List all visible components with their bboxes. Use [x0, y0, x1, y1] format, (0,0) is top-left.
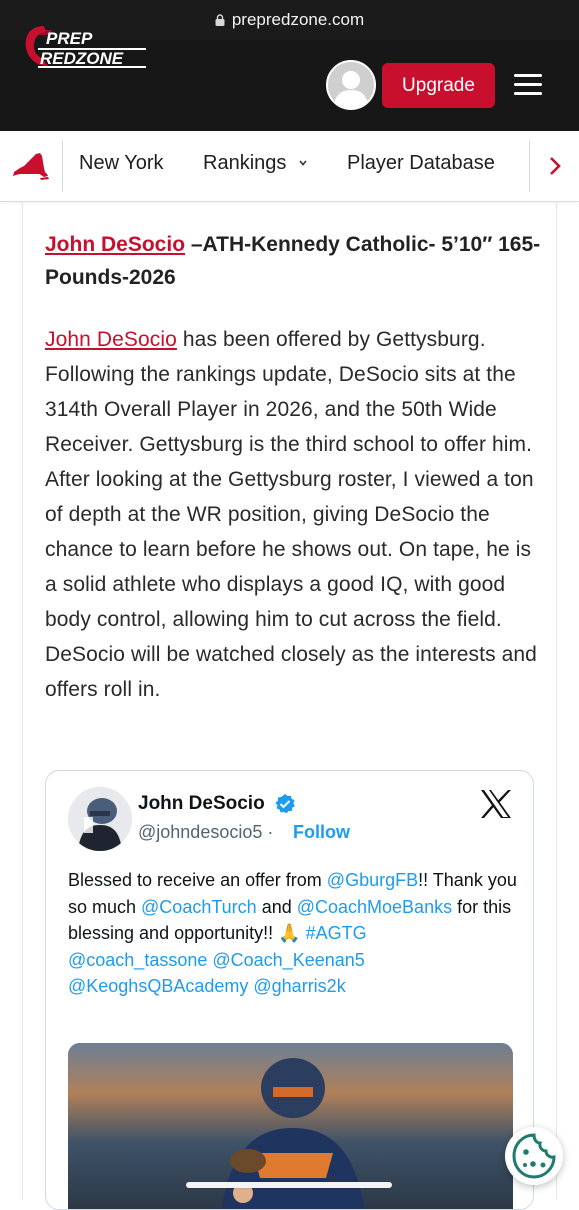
player-link[interactable]: John DeSocio [45, 233, 185, 256]
article-body: John DeSocio has been offered by Gettysb… [45, 322, 545, 707]
mention-link[interactable]: @gharris2k [253, 976, 345, 996]
mention-link[interactable]: @CoachMoeBanks [297, 897, 452, 917]
avatar [333, 71, 369, 108]
divider [62, 140, 63, 192]
tweet-text-part: Blessed to receive an offer from [68, 870, 327, 890]
content-border-left [22, 202, 23, 1200]
embedded-tweet[interactable]: John DeSocio @johndesocio5 · Follow Bles… [45, 770, 534, 1210]
article-headline: John DeSocio –ATH-Kennedy Catholic- 5’10… [45, 228, 545, 294]
menu-icon[interactable] [514, 74, 542, 96]
lock-icon [215, 14, 225, 26]
nav-player-database[interactable]: Player Database [347, 152, 495, 175]
mention-link[interactable]: @CoachTurch [141, 897, 257, 917]
tweet-text-part: and [256, 896, 297, 917]
body-text: has been offered by Gettysburg. Followin… [45, 328, 537, 701]
prep-redzone-logo[interactable]: PREP REDZONE [22, 24, 148, 68]
player-link[interactable]: John DeSocio [45, 328, 177, 351]
follow-link[interactable]: Follow [293, 822, 350, 843]
svg-text:PREP: PREP [46, 29, 93, 48]
chevron-down-icon[interactable] [298, 158, 308, 168]
separator: · [262, 822, 274, 842]
x-logo-icon[interactable] [480, 789, 512, 819]
hashtag-link[interactable]: #AGTG [306, 923, 367, 943]
url-text: prepredzone.com [231, 10, 365, 29]
mention-link[interactable]: @KeoghsQBAcademy [68, 976, 248, 996]
mention-link[interactable]: @GburgFB [327, 870, 418, 890]
new-york-map-icon[interactable] [10, 150, 50, 182]
divider [529, 140, 530, 192]
nav-new-york[interactable]: New York [79, 152, 164, 175]
mention-link[interactable]: @Coach_Keenan5 [212, 950, 364, 970]
tweet-author-name[interactable]: John DeSocio [138, 793, 265, 815]
verified-badge-icon [275, 794, 295, 814]
cookie-settings-button[interactable] [505, 1127, 563, 1185]
user-avatar[interactable] [326, 60, 376, 110]
cookie-icon [512, 1133, 556, 1179]
content-border-right [556, 202, 557, 1200]
upgrade-button[interactable]: Upgrade [382, 63, 495, 108]
tweet-handle: @johndesocio5 · [138, 822, 273, 843]
tweet-handle-text[interactable]: @johndesocio5 [138, 822, 262, 842]
mention-link[interactable]: @coach_tassone [68, 950, 207, 970]
home-indicator[interactable] [186, 1182, 392, 1188]
tweet-text: Blessed to receive an offer from @GburgF… [68, 867, 518, 1000]
tweet-avatar[interactable] [68, 787, 132, 851]
chevron-right-icon[interactable] [548, 155, 562, 177]
nav-rankings[interactable]: Rankings [203, 152, 286, 175]
svg-text:REDZONE: REDZONE [40, 49, 124, 68]
